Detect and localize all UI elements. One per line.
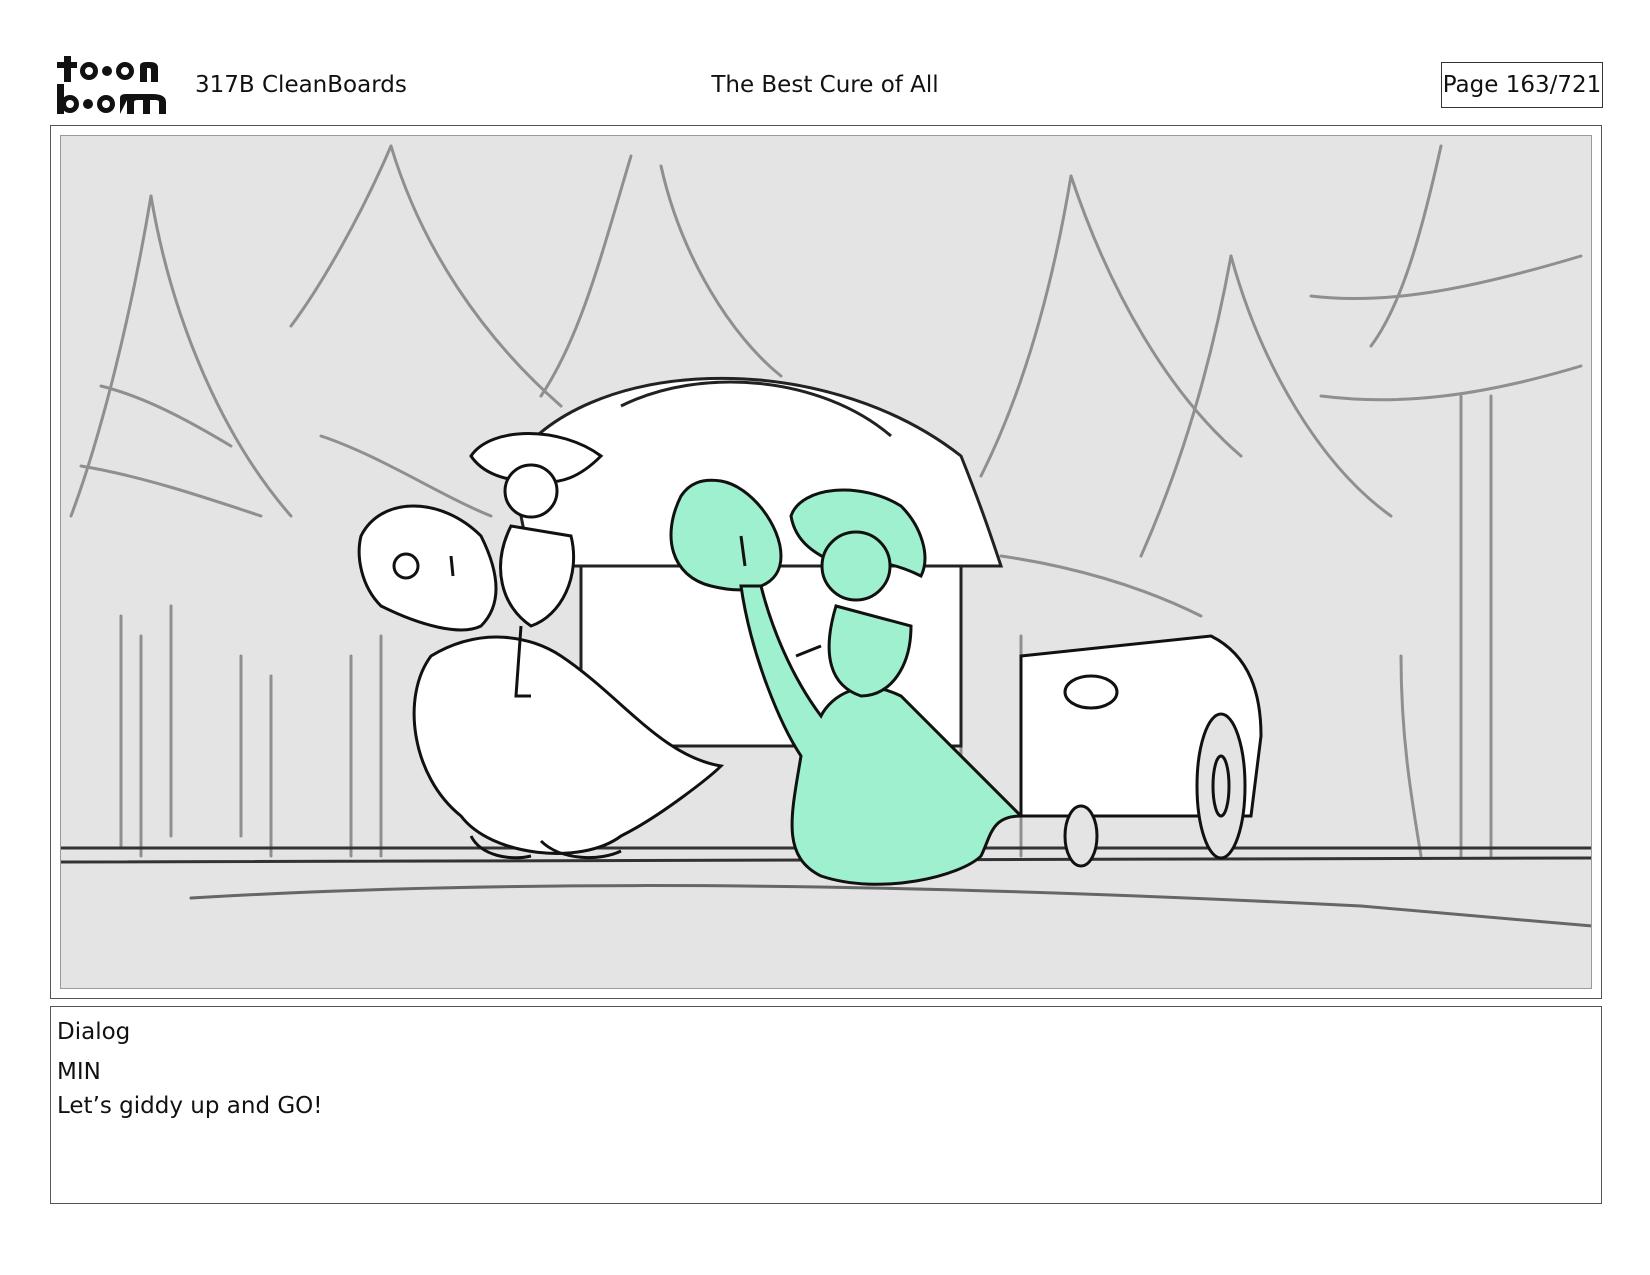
panel-frame	[60, 135, 1592, 989]
small-cart	[1019, 634, 1263, 868]
page-number: Page 163/721	[1441, 62, 1603, 108]
dialog-box: Dialog MIN Let’s giddy up and GO!	[50, 1006, 1602, 1204]
dialog-line: Let’s giddy up and GO!	[57, 1093, 323, 1119]
episode-title: The Best Cure of All	[711, 72, 939, 98]
storyboard-panel	[50, 125, 1602, 999]
dialog-heading: Dialog	[57, 1019, 131, 1045]
panel-drawing	[61, 144, 1591, 928]
dialog-speaker: MIN	[57, 1059, 101, 1085]
